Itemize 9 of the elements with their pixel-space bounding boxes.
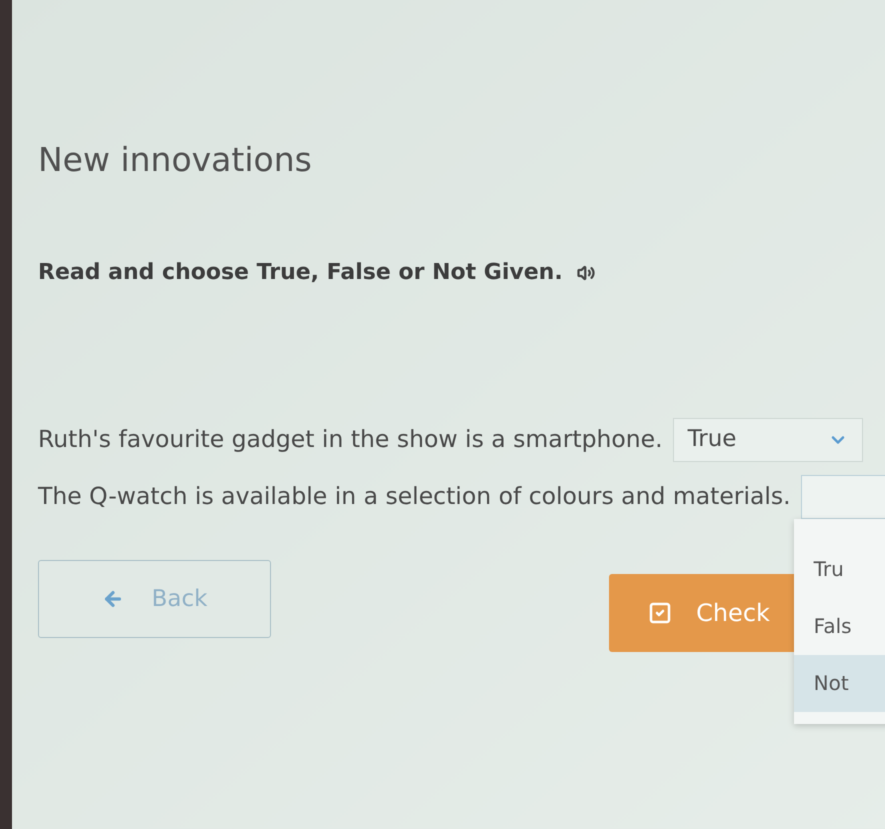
question-text: Ruth's favourite gadget in the show is a smartphone. (38, 424, 663, 455)
answer-value: True (688, 425, 736, 454)
instruction-text: Read and choose True, False or Not Given. (38, 259, 563, 287)
answer-select[interactable]: True (672, 418, 863, 462)
checkbox-icon (648, 601, 672, 625)
dropdown-option[interactable]: Not (794, 654, 885, 712)
page-title: New innovations (38, 139, 312, 181)
speaker-icon[interactable] (576, 264, 595, 282)
question-text: The Q-watch is available in a selection of colours and materials. (38, 480, 791, 512)
